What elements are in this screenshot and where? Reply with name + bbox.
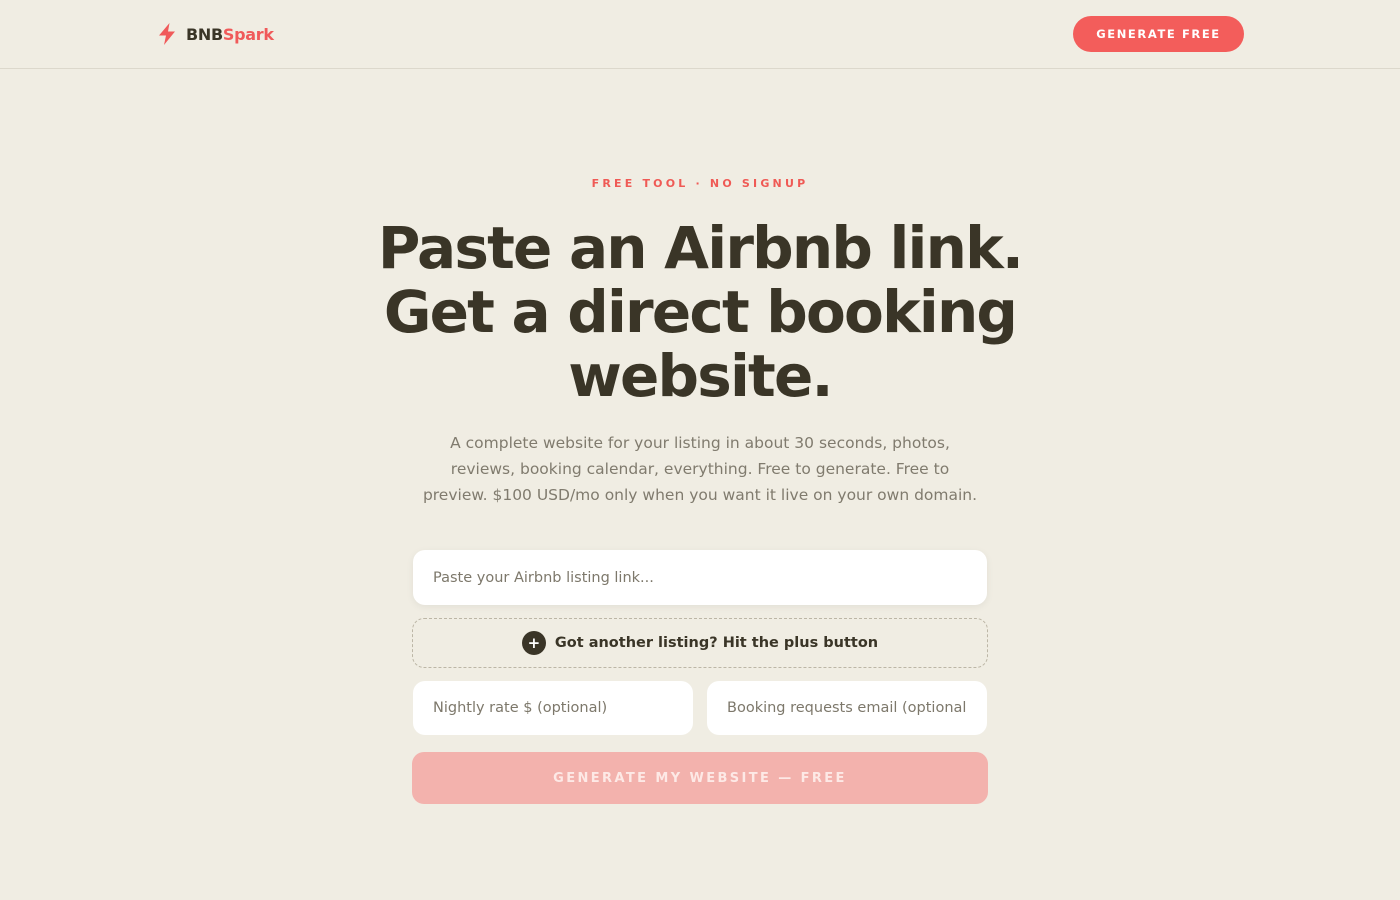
- description-line: reviews, booking calendar, everything. F…: [450, 460, 950, 478]
- description-line: A complete website for your listing in a…: [450, 434, 950, 452]
- lightning-bolt-icon: [159, 23, 175, 45]
- add-listing-button[interactable]: + Got another listing? Hit the plus butt…: [412, 618, 988, 668]
- hero-eyebrow: FREE TOOL · NO SIGNUP: [591, 177, 809, 190]
- description-line: preview. $100 USD/mo only when you want …: [422, 486, 978, 504]
- brand-logo[interactable]: BNBSpark: [157, 22, 274, 46]
- airbnb-link-input[interactable]: [413, 550, 987, 605]
- booking-email-input[interactable]: [707, 681, 987, 735]
- nightly-rate-input[interactable]: [413, 681, 693, 735]
- plus-icon: +: [521, 631, 546, 655]
- headline-line: website.: [568, 342, 833, 410]
- headline-line: Get a direct booking: [383, 278, 1018, 346]
- headline-line: Paste an Airbnb link.: [377, 214, 1024, 282]
- hero-description: A complete website for your listing in a…: [395, 430, 1005, 508]
- generate-free-button[interactable]: GENERATE FREE: [1073, 16, 1244, 52]
- brand-name-part2: Spark: [222, 24, 274, 44]
- hero-headline: Paste an Airbnb link. Get a direct booki…: [300, 216, 1100, 408]
- generate-website-button[interactable]: GENERATE MY WEBSITE — FREE: [412, 752, 988, 804]
- brand-name: BNBSpark: [186, 25, 274, 44]
- site-header: BNBSpark GENERATE FREE: [0, 0, 1400, 69]
- add-listing-label: Got another listing? Hit the plus button: [554, 635, 879, 651]
- brand-name-part1: BNB: [186, 24, 223, 44]
